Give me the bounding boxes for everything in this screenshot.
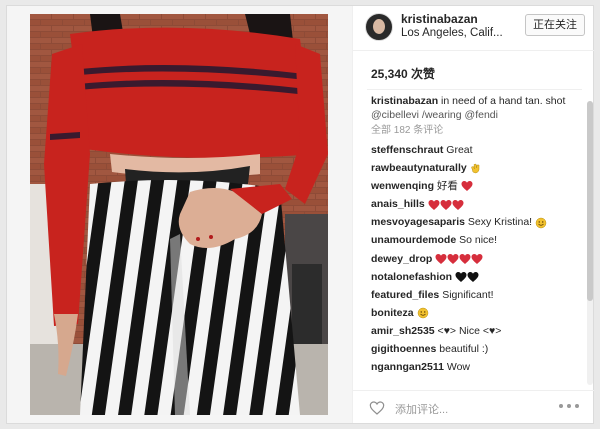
red-heart-emoji-icon [428,199,440,210]
comment-row: nganngan2511 Wow [371,358,583,376]
red-heart-emoji-icon [435,253,447,264]
comments-list: kristinabazan in need of a hand tan. sho… [371,94,583,382]
comment-row: rawbeautynaturally [371,159,583,177]
caption-username[interactable]: kristinabazan [371,95,438,107]
caption-mentions[interactable]: @cibellevi /wearing @fendi [371,109,498,121]
comment-row: amir_sh2535 <♥> Nice <♥> [371,322,583,340]
black-heart-emoji-icon [467,271,479,282]
avatar[interactable] [365,13,393,41]
post-footer: 添加评论... [353,390,594,424]
comment-username[interactable]: mesvoyagesaparis [371,216,465,228]
clap-emoji-icon [470,164,479,174]
fashion-photo-illustration [30,14,328,415]
red-heart-emoji-icon [459,253,471,264]
comment-username[interactable]: unamourdemode [371,234,456,246]
comment-username[interactable]: amir_sh2535 [371,325,435,337]
comment-row: unamourdemode So nice! [371,231,583,249]
comment-text: Wow [443,361,471,374]
comment-username[interactable]: gigithoennes [371,343,436,355]
username-link[interactable]: kristinabazan [401,12,478,26]
red-heart-emoji-icon [452,199,464,210]
comment-username[interactable]: dewey_drop [371,253,432,265]
comment-text: So nice! [456,234,498,247]
instagram-post: kristinabazan Los Angeles, Calif... 正在关注… [6,5,594,424]
caption-text: in need of a hand tan. shot [441,95,566,107]
scrollbar-thumb[interactable] [587,101,593,301]
caption: kristinabazan in need of a hand tan. sho… [371,94,583,122]
black-heart-emoji-icon [455,271,467,282]
comment-text: 好看 [434,180,458,193]
post-header: kristinabazan Los Angeles, Calif... 正在关注 [353,6,594,51]
red-heart-emoji-icon [440,199,452,210]
likes-count[interactable]: 25,340 次赞 [371,65,435,82]
post-photo[interactable] [30,14,328,415]
more-dots-icon[interactable] [558,403,580,409]
view-all-comments-link[interactable]: 全部 182 条评论 [371,124,583,138]
location-link[interactable]: Los Angeles, Calif... [401,27,503,39]
smile-emoji-icon [417,307,428,319]
comment-username[interactable]: wenwenqing [371,180,434,192]
comment-text: <♥> Nice <♥> [434,324,502,337]
comment-text: Great [443,144,473,156]
comment-row: wenwenqing 好看 [371,177,583,195]
post-sidebar: kristinabazan Los Angeles, Calif... 正在关注… [352,6,594,423]
comments-scrollbar[interactable] [587,101,593,385]
divider [367,89,582,90]
comment-username[interactable]: anais_hills [371,198,425,210]
comment-username[interactable]: featured_files [371,289,439,301]
comment-username[interactable]: boniteza [371,307,414,319]
red-heart-emoji-icon [447,253,459,264]
comment-row: anais_hills [371,195,583,213]
comment-row: notalonefashion [371,268,583,286]
photo-frame [7,6,352,423]
comment-username[interactable]: notalonefashion [371,271,452,283]
comment-username[interactable]: steffenschraut [371,144,443,156]
comment-text: Significant! [439,288,494,301]
comment-text: Sexy Kristina! [464,216,533,229]
red-heart-emoji-icon [471,253,483,264]
comment-username[interactable]: nganngan2511 [371,361,444,373]
comment-row: featured_files Significant! [371,286,583,304]
comment-row: mesvoyagesaparis Sexy Kristina! [371,213,583,231]
add-comment-input[interactable]: 添加评论... [395,401,448,417]
comment-row: boniteza [371,304,583,322]
comment-username[interactable]: rawbeautynaturally [371,162,467,174]
following-button[interactable]: 正在关注 [525,14,585,36]
red-heart-emoji-icon [461,181,473,192]
heart-outline-icon[interactable] [369,400,385,416]
smile-emoji-icon [535,217,547,228]
comment-row: gigithoennes beautiful :) [371,340,583,358]
comment-text: beautiful :) [436,343,489,356]
comment-row: steffenschraut Great [371,141,583,159]
comment-row: dewey_drop [371,250,583,268]
